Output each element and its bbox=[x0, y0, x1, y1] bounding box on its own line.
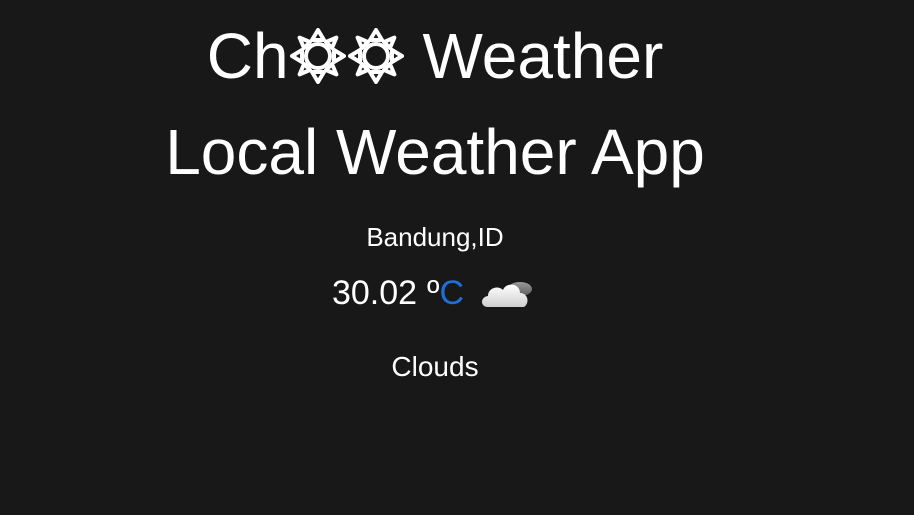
condition-label: Clouds bbox=[391, 351, 479, 382]
cloud-sun-icon bbox=[478, 273, 538, 313]
app-subtitle: Local Weather App bbox=[165, 116, 705, 188]
unit-toggle-link[interactable]: C bbox=[439, 272, 464, 314]
app-title-prefix: Ch bbox=[206, 20, 289, 92]
sun-icon bbox=[347, 28, 404, 84]
degree-symbol: º bbox=[427, 274, 440, 312]
app-title-suffix: Weather bbox=[422, 20, 664, 92]
temperature-value: 30.02 bbox=[331, 274, 418, 312]
sun-icon bbox=[289, 28, 346, 84]
temperature-row: 30.02 º C bbox=[0, 272, 870, 314]
app-title: Ch Weather bbox=[0, 16, 870, 96]
location-label: Bandung,ID bbox=[366, 222, 504, 252]
weather-app: Ch Weather Local Weather App Bandung,ID … bbox=[0, 0, 914, 515]
